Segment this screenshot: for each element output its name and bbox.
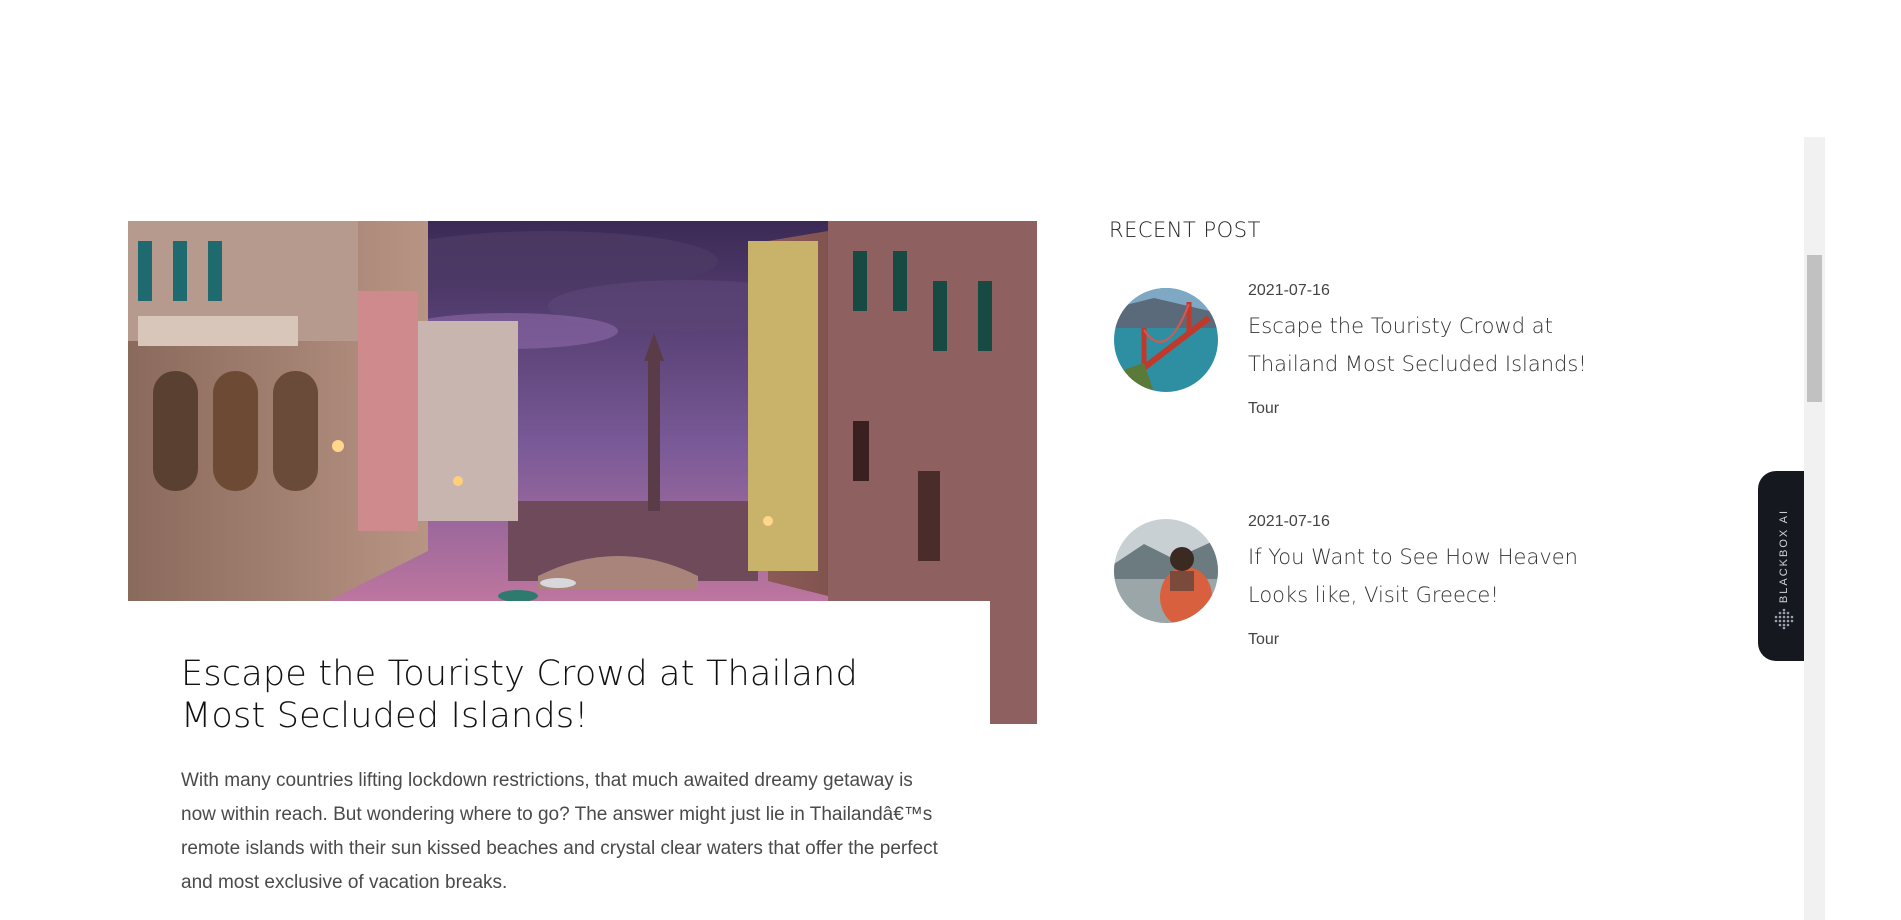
scrollbar-thumb[interactable] <box>1807 255 1822 402</box>
recent-post-meta: 2021-07-16 If You Want to See How Heaven… <box>1248 511 1588 649</box>
recent-post-meta: 2021-07-16 Escape the Touristy Crowd at … <box>1248 280 1588 418</box>
recent-post-thumbnail[interactable] <box>1114 519 1218 623</box>
recent-post-item[interactable]: 2021-07-16 If You Want to See How Heaven… <box>1114 513 1594 719</box>
scrollbar-track[interactable] <box>1804 137 1825 920</box>
recent-post-date: 2021-07-16 <box>1248 513 1330 530</box>
recent-post-category[interactable]: Tour <box>1248 631 1588 649</box>
recent-post-title[interactable]: If You Want to See How Heaven Looks like… <box>1248 538 1588 614</box>
recent-post-thumbnail[interactable] <box>1114 288 1218 392</box>
post-excerpt: With many countries lifting lockdown res… <box>181 770 938 893</box>
blackbox-ai-widget-tab[interactable]: BLACKBOX AI <box>1758 471 1810 661</box>
recent-post-heading: RECENT POST <box>1109 218 1261 242</box>
post-body: Escape the Touristy Crowd at Thailand Mo… <box>128 601 990 920</box>
blackbox-dots-icon <box>1772 607 1796 636</box>
post-title[interactable]: Escape the Touristy Crowd at Thailand Mo… <box>181 653 941 737</box>
page: Escape the Touristy Crowd at Thailand Mo… <box>0 0 1901 920</box>
recent-post-date: 2021-07-16 <box>1248 282 1330 299</box>
recent-post-item[interactable]: 2021-07-16 Escape the Touristy Crowd at … <box>1114 282 1594 488</box>
recent-post-title[interactable]: Escape the Touristy Crowd at Thailand Mo… <box>1248 307 1588 383</box>
recent-post-category[interactable]: Tour <box>1248 400 1588 418</box>
widget-label: BLACKBOX AI <box>1778 508 1790 604</box>
